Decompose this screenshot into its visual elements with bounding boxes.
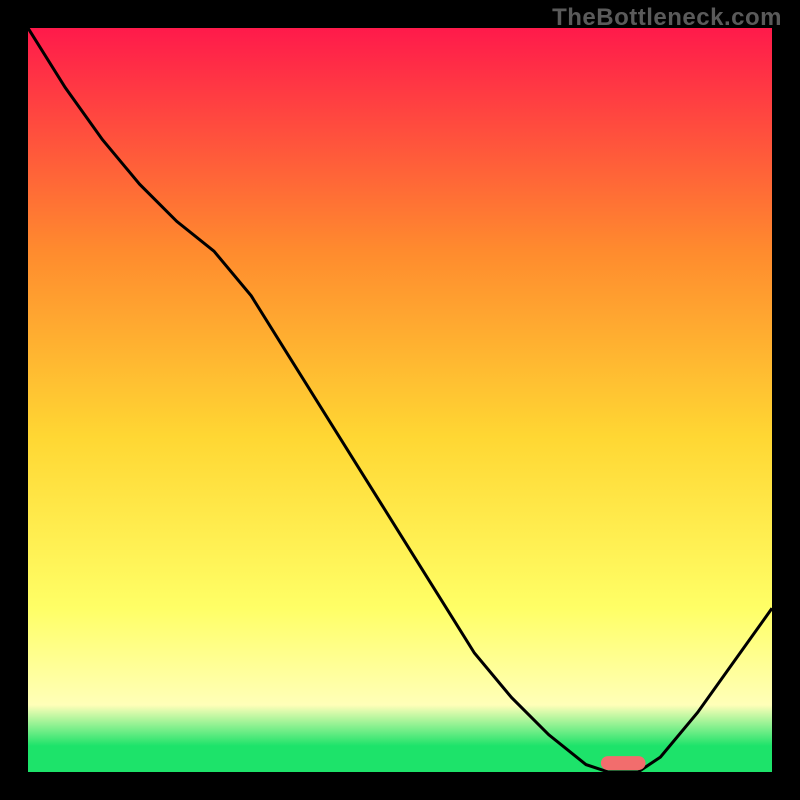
optimal-marker <box>601 756 646 770</box>
chart-container: TheBottleneck.com <box>0 0 800 800</box>
plot-area <box>28 28 772 772</box>
chart-svg <box>28 28 772 772</box>
gradient-background <box>28 28 772 772</box>
